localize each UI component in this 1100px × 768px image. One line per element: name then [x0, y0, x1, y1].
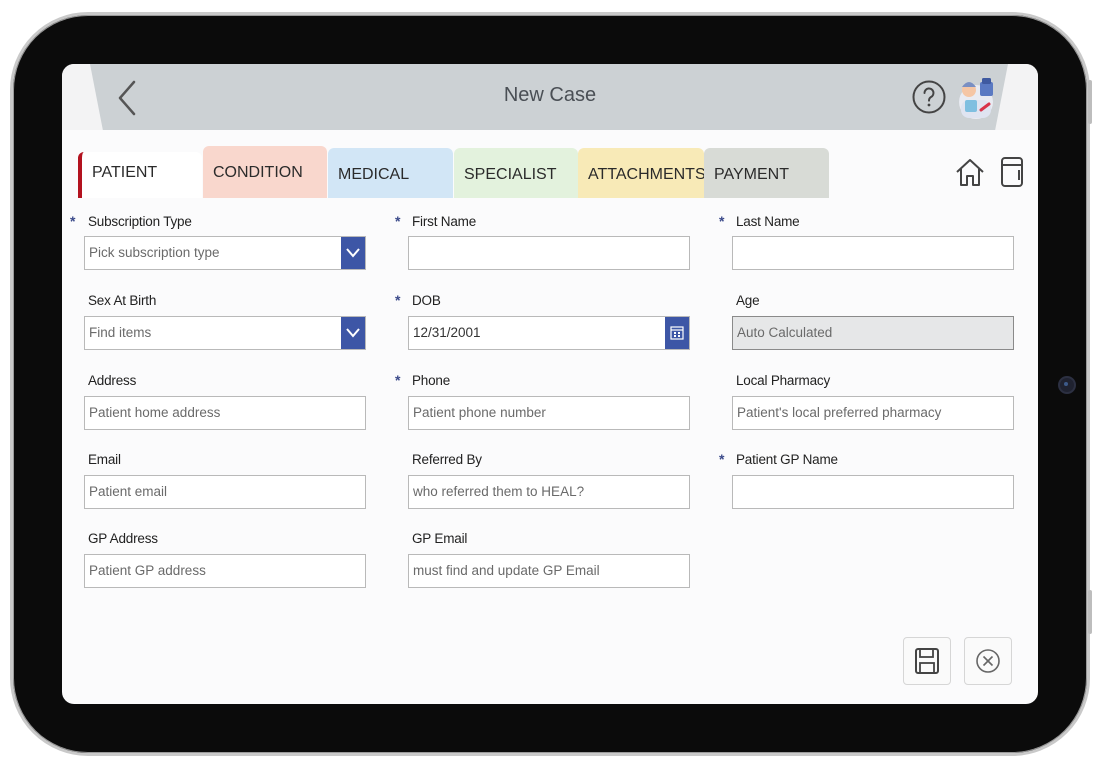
gp-email-field[interactable]: must find and update GP Email: [408, 554, 690, 588]
close-circle-icon: [976, 649, 1000, 673]
document-icon[interactable]: [999, 156, 1025, 188]
tab-medical[interactable]: MEDICAL: [328, 148, 453, 198]
subscription-type-label: Subscription Type: [88, 214, 192, 229]
field-placeholder: Patient's local preferred pharmacy: [737, 405, 942, 420]
gp-email-label: GP Email: [412, 531, 468, 546]
dropdown-toggle[interactable]: [341, 237, 365, 269]
last-name-label: Last Name: [736, 214, 800, 229]
tablet-camera: [1058, 376, 1076, 394]
cancel-button[interactable]: [964, 637, 1012, 685]
field-placeholder: must find and update GP Email: [413, 563, 600, 578]
gp-address-label: GP Address: [88, 531, 158, 546]
age-label: Age: [736, 293, 760, 308]
header-bar: New Case: [62, 64, 1038, 130]
save-icon: [915, 648, 939, 674]
tab-specialist[interactable]: SPECIALIST: [454, 148, 578, 198]
gp-address-field[interactable]: Patient GP address: [84, 554, 366, 588]
tab-condition[interactable]: CONDITION: [203, 146, 327, 198]
required-marker: *: [395, 213, 401, 229]
field-placeholder: Auto Calculated: [737, 325, 833, 340]
required-marker: *: [719, 213, 725, 229]
email-label: Email: [88, 452, 121, 467]
tab-label: ATTACHMENTS: [588, 166, 706, 183]
calendar-button[interactable]: [665, 317, 689, 349]
tab-label: MEDICAL: [338, 166, 410, 183]
local-pharmacy-field[interactable]: Patient's local preferred pharmacy: [732, 396, 1014, 430]
dropdown-toggle[interactable]: [341, 317, 365, 349]
tab-payment[interactable]: PAYMENT: [704, 148, 829, 198]
referred-by-field[interactable]: who referred them to HEAL?: [408, 475, 690, 509]
email-field[interactable]: Patient email: [84, 475, 366, 509]
doctor-avatar-icon[interactable]: [955, 74, 997, 120]
subscription-type-dropdown[interactable]: Pick subscription type: [84, 236, 366, 270]
tab-patient[interactable]: PATIENT: [78, 152, 202, 198]
sex-at-birth-label: Sex At Birth: [88, 293, 157, 308]
tab-label: PAYMENT: [714, 166, 789, 183]
age-field: Auto Calculated: [732, 316, 1014, 350]
question-circle-icon[interactable]: [912, 80, 946, 114]
required-marker: *: [395, 372, 401, 388]
tab-label: CONDITION: [213, 164, 303, 181]
tab-attachments[interactable]: ATTACHMENTS: [578, 148, 706, 198]
calendar-icon: [670, 326, 684, 340]
required-marker: *: [395, 292, 401, 308]
app-screen: New Case PATIENT CONDITION MEDICAL SPECI…: [62, 64, 1038, 704]
required-marker: *: [719, 451, 725, 467]
sex-at-birth-dropdown[interactable]: Find items: [84, 316, 366, 350]
dropdown-placeholder: Pick subscription type: [89, 245, 220, 260]
field-placeholder: who referred them to HEAL?: [413, 484, 585, 499]
required-marker: *: [70, 213, 76, 229]
field-value: 12/31/2001: [413, 325, 481, 340]
last-name-field[interactable]: [732, 236, 1014, 270]
tab-label: PATIENT: [92, 164, 158, 181]
first-name-label: First Name: [412, 214, 477, 229]
tablet-side-button: [1088, 590, 1092, 634]
address-label: Address: [88, 373, 137, 388]
field-placeholder: Patient home address: [89, 405, 221, 420]
dob-label: DOB: [412, 293, 441, 308]
phone-label: Phone: [412, 373, 451, 388]
gp-name-field[interactable]: [732, 475, 1014, 509]
form-tabs: PATIENT CONDITION MEDICAL SPECIALIST ATT…: [62, 144, 1038, 198]
phone-field[interactable]: Patient phone number: [408, 396, 690, 430]
field-placeholder: Patient phone number: [413, 405, 546, 420]
save-button[interactable]: [903, 637, 951, 685]
chevron-down-icon: [346, 248, 360, 258]
local-pharmacy-label: Local Pharmacy: [736, 373, 830, 388]
address-field[interactable]: Patient home address: [84, 396, 366, 430]
page-title: New Case: [503, 84, 597, 106]
tablet-volume-button: [1088, 80, 1092, 124]
first-name-field[interactable]: [408, 236, 690, 270]
field-placeholder: Patient email: [89, 484, 168, 499]
dob-date-picker[interactable]: 12/31/2001: [408, 316, 690, 350]
tab-label: SPECIALIST: [464, 166, 557, 183]
field-placeholder: Patient GP address: [89, 563, 206, 578]
referred-by-label: Referred By: [412, 452, 482, 467]
dropdown-placeholder: Find items: [89, 325, 152, 340]
gp-name-label: Patient GP Name: [736, 452, 838, 467]
chevron-down-icon: [346, 328, 360, 338]
home-icon[interactable]: [954, 156, 986, 188]
